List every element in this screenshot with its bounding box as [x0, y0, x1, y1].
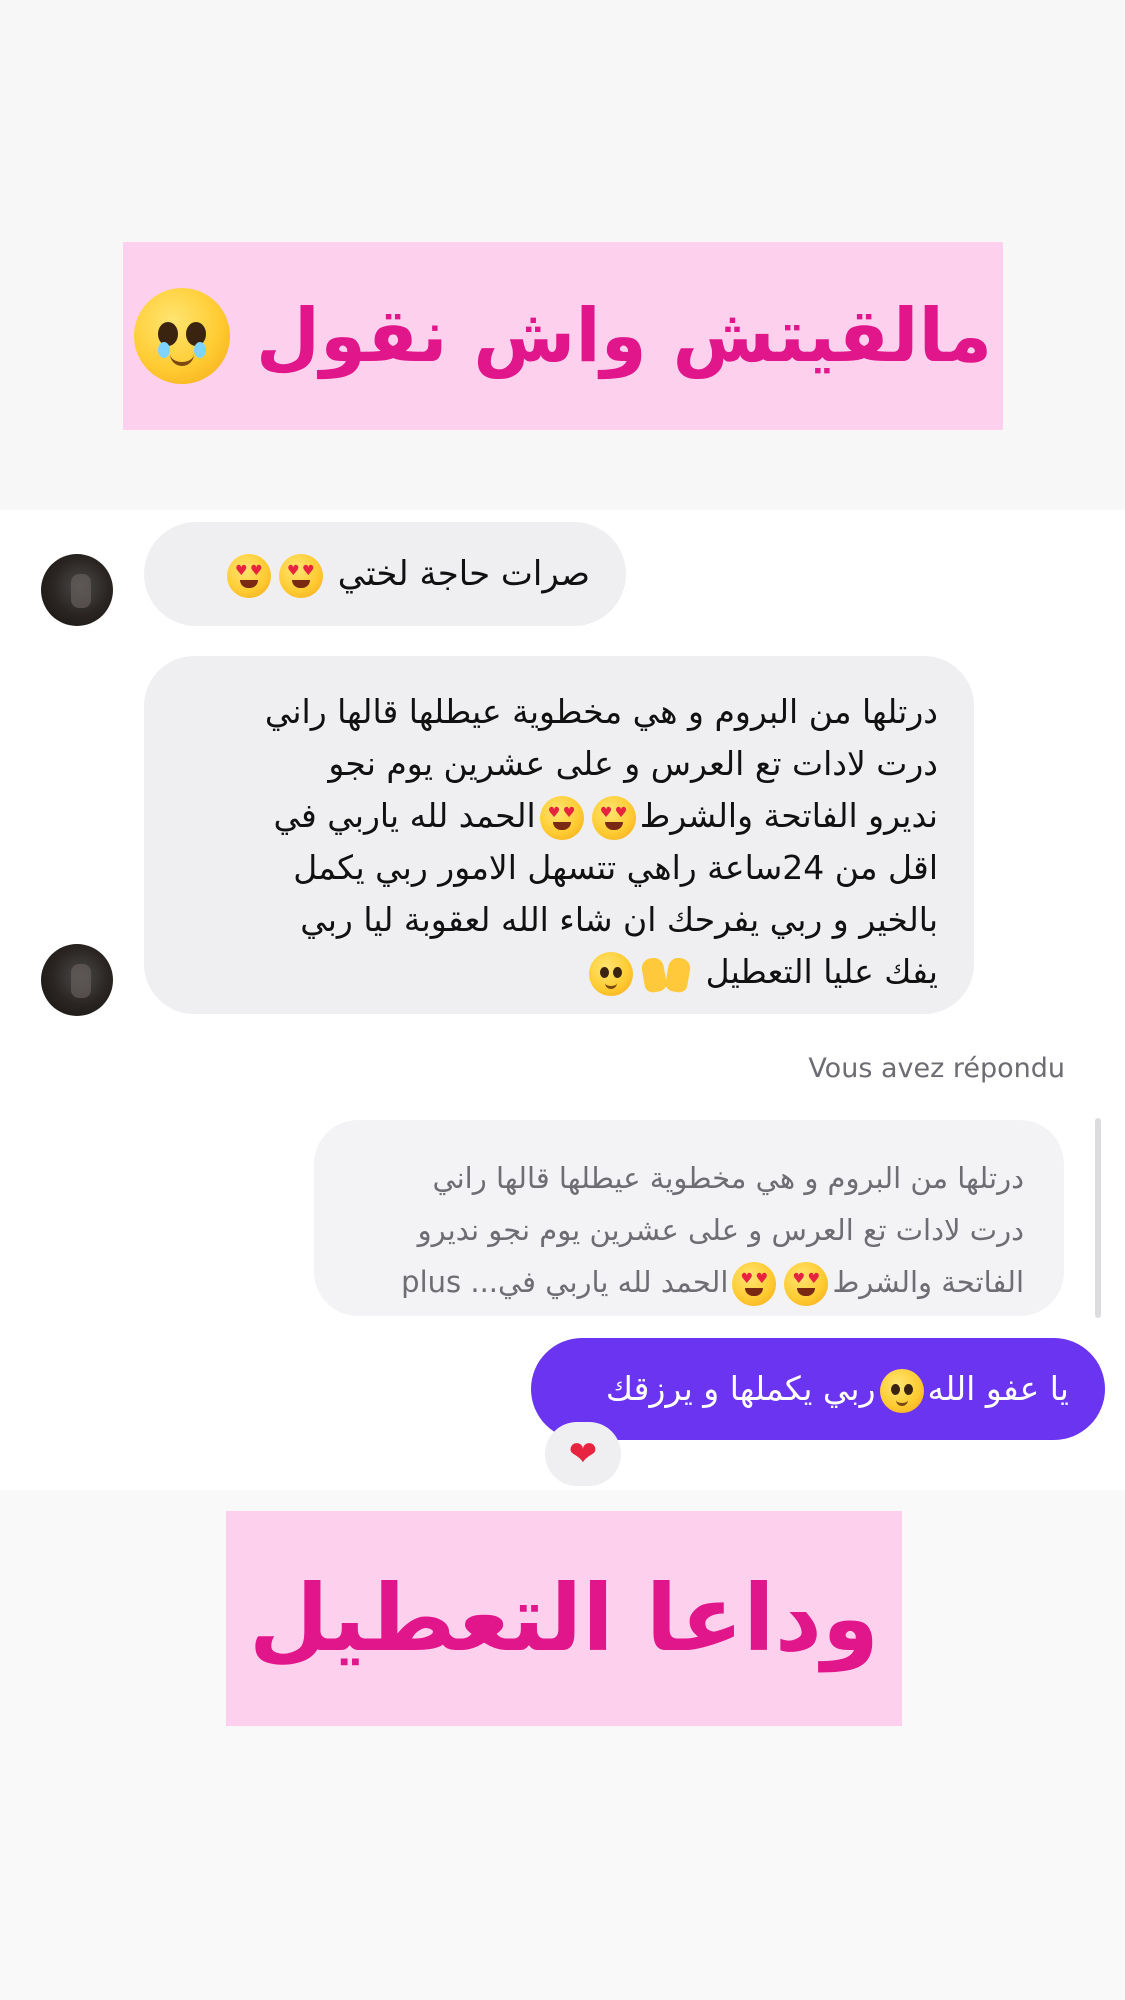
reply-label: Vous avez répondu — [808, 1053, 1065, 1084]
sender-avatar[interactable] — [41, 944, 113, 1016]
quote-fragment: الفاتحة والشرط — [832, 1265, 1024, 1299]
quote-line: درتلها من البروم و هي مخطوية عيطلها قاله… — [432, 1161, 1024, 1195]
message-line: بالخير و ربي يفرحك ان شاء الله لعقوبة لي… — [300, 900, 938, 939]
heart-eyes-icon: ♥ ♥ — [732, 1262, 777, 1306]
pleading-face-icon — [879, 1368, 924, 1413]
pleading-face-icon — [133, 288, 230, 384]
message-fragment: نديرو الفاتحة والشرط — [639, 796, 938, 835]
message-fragment: الحمد لله ياربي في — [273, 796, 536, 835]
heart-eyes-icon: ♥ ♥ — [278, 553, 323, 598]
raised-hands-icon — [640, 952, 692, 996]
message-text: صرات حاجة لختي — [337, 554, 590, 594]
message-fragment: يا عفو الله — [927, 1369, 1070, 1408]
quote-bar — [1095, 1118, 1101, 1318]
message-line: درتلها من البروم و هي مخطوية عيطلها قاله… — [264, 692, 938, 731]
incoming-message-2[interactable]: درتلها من البروم و هي مخطوية عيطلها قاله… — [144, 656, 974, 1014]
bottom-banner: وداعا التعطيل — [226, 1511, 902, 1726]
top-banner: مالقيتش واش نقول — [123, 242, 1003, 430]
message-line: نديرو الفاتحة والشرط ♥ ♥ ♥ ♥ الحمد لله ياربي … — [180, 790, 938, 842]
incoming-message-1[interactable]: صرات حاجة لختي ♥ ♥ ♥ ♥ — [144, 522, 626, 626]
heart-eyes-icon: ♥ ♥ — [539, 795, 584, 840]
top-banner-text: مالقيتش واش نقول — [255, 293, 993, 379]
quote-line: الفاتحة والشرط ♥ ♥ ♥ ♥ الحمد لله ياربي في... … — [346, 1256, 1024, 1308]
message-fragment: ربي يكملها و يرزقك — [605, 1369, 876, 1408]
bottom-banner-text: وداعا التعطيل — [248, 1565, 880, 1672]
heart-reaction-icon[interactable]: ❤ — [545, 1422, 621, 1486]
message-line: يفك عليا التعطيل — [180, 946, 938, 998]
heart-eyes-icon: ♥ ♥ — [226, 553, 271, 598]
message-fragment: يفك عليا التعطيل — [705, 952, 938, 991]
pleading-face-icon — [589, 951, 634, 996]
see-more-link[interactable]: plus — [401, 1265, 461, 1299]
heart-eyes-icon: ♥ ♥ — [591, 795, 636, 840]
quote-fragment: الحمد لله ياربي في... — [470, 1265, 729, 1299]
message-line: درت لادات تع العرس و على عشرين يوم نجو — [328, 744, 938, 783]
quoted-message[interactable]: درتلها من البروم و هي مخطوية عيطلها قاله… — [314, 1120, 1064, 1316]
sender-avatar[interactable] — [41, 554, 113, 626]
quote-line: درت لادات تع العرس و على عشرين يوم نجو ن… — [417, 1213, 1024, 1247]
outgoing-message[interactable]: يا عفو الله ربي يكملها و يرزقك — [531, 1338, 1105, 1440]
message-line: اقل من 24ساعة راهي تتسهل الامور ربي يكمل — [293, 848, 938, 887]
heart-eyes-icon: ♥ ♥ — [784, 1262, 829, 1306]
